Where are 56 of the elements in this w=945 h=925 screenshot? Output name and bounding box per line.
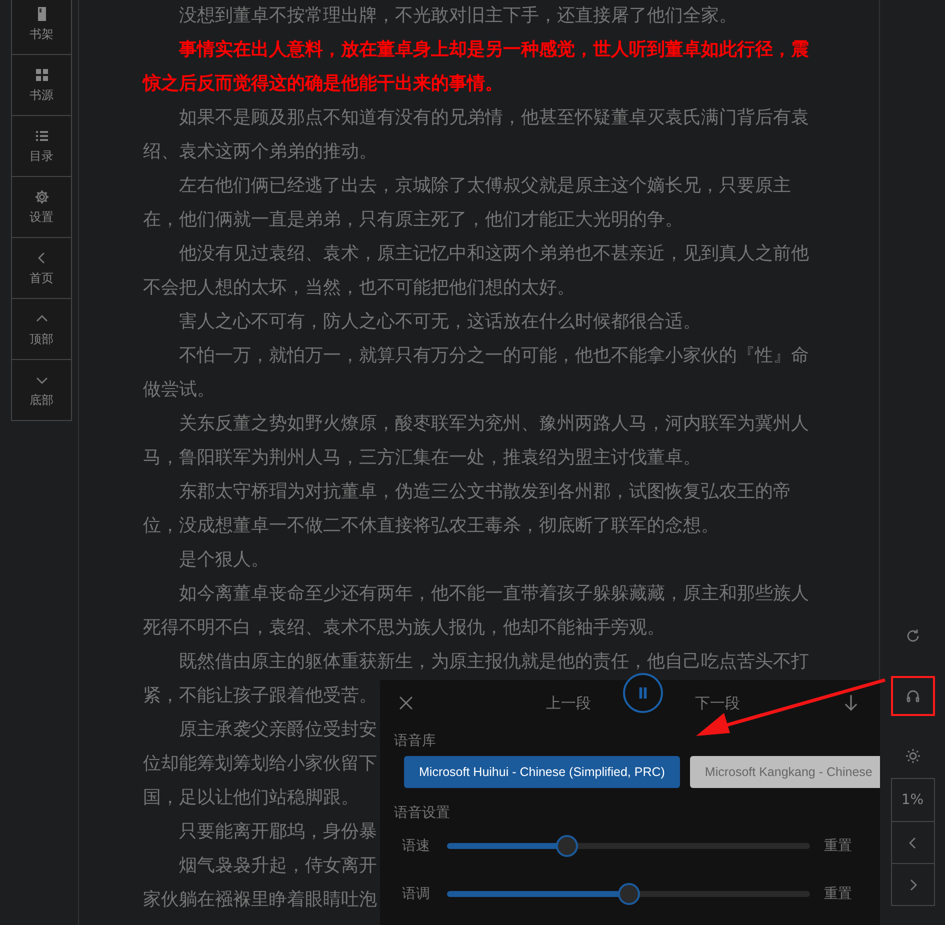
down-arrow-icon	[842, 694, 860, 712]
text-line: 国，足以让他们站稳脚跟。	[143, 786, 359, 810]
toolbar-button[interactable]	[890, 676, 934, 716]
sidebar-label: 顶部	[30, 330, 54, 348]
paragraph: 东郡太守桥瑁为对抗董卓，伪造三公文书散发到各州郡，试图恢复弘农王的帝位，没成想董卓一不做二不休直接将弘农王毒杀，彻底断了联军的念想。	[143, 480, 792, 538]
text-line: 既然借由原主的躯体重获新生，为原主报仇就是他的责任，他自己吃点苦头不打	[178, 650, 809, 674]
sidebar-label: 书源	[30, 86, 54, 104]
slider-label: 语速	[402, 837, 431, 855]
slider-thumb[interactable]	[556, 835, 578, 857]
text-line: 位却能筹划筹划给小家伙留下	[143, 752, 377, 776]
paragraph: 关东反董之势如野火燎原，酸枣联军为兖州、豫州两路人马，河内联军为冀州人马，鲁阳联军为荆州人马，三方汇集在一处，推袁绍为盟主讨伐董卓。	[143, 412, 810, 470]
download-button[interactable]	[842, 694, 860, 712]
voice-option[interactable]: Microsoft Kangkang - Chinese	[690, 756, 880, 788]
sidebar-label: 首页	[30, 270, 54, 286]
next-paragraph-button[interactable]: 下一段	[695, 694, 740, 712]
section-label: 语音设置	[394, 804, 451, 822]
paragraph: 是个狠人。	[178, 548, 270, 572]
paragraph: 害人之心不可有，防人之心不可无，这话放在什么时候都很合适。	[178, 310, 702, 334]
paragraph: 没想到董卓不按常理出牌，不光敢对旧主下手，还直接屠了他们全家。	[178, 4, 738, 28]
paragraph: 左右他们俩已经逃了出去，京城除了太傅叔父就是原主这个嫡长兄，只要原主在，他们俩就一直是弟弟，只有原主死了，他们才能正大光明的争。	[143, 174, 792, 232]
sidebar-item[interactable]: 书架	[12, 0, 71, 54]
sidebar-item[interactable]: 首页	[12, 237, 71, 298]
reset-button[interactable]: 重置	[824, 885, 852, 903]
sidebar-item[interactable]: 设置	[12, 176, 71, 237]
pause-button[interactable]	[623, 673, 663, 713]
close-icon	[398, 695, 414, 711]
sun-icon	[904, 748, 920, 764]
grid-icon	[34, 66, 50, 82]
reset-button[interactable]: 重置	[824, 837, 852, 855]
refresh-icon	[904, 628, 920, 644]
sidebar-label: 书架	[30, 26, 54, 42]
text-line: 紧，不能让孩子跟着他受苦。	[143, 684, 377, 708]
headphones-icon	[904, 688, 920, 704]
text-line: 家伙躺在襁褓里睁着眼睛吐泡	[143, 888, 377, 912]
slider-thumb[interactable]	[618, 883, 640, 905]
text-line: 只要能离开郿坞，身份暴	[178, 820, 377, 844]
sidebar-item[interactable]: 顶部	[12, 298, 71, 359]
paragraph: 如今离董卓丧命至少还有两年，他不能一直带着孩子躲躲藏藏，原主和那些族人死得不明不白，袁绍、袁术不思为族人报仇，他却不能袖手旁观。	[143, 582, 810, 640]
sidebar-label: 目录	[30, 148, 54, 164]
sidebar-item[interactable]: 底部	[12, 359, 71, 420]
paragraph: 他没有见过袁绍、袁术，原主记忆中和这两个弟弟也不甚亲近，见到真人之前他不会把人想的太坏，当然，也不可能把他们想的太好。	[143, 242, 810, 300]
text-line: 原主承袭父亲爵位受封安	[178, 718, 377, 742]
paragraph: 如果不是顾及那点不知道有没有的兄弟情，他甚至怀疑董卓灭袁氏满门背后有袁绍、袁术这两个弟弟的推动。	[143, 106, 810, 164]
progress-percent: 1%	[900, 791, 925, 810]
sidebar-label: 底部	[30, 392, 54, 408]
highlighted-paragraph: 事情实在出人意料，放在董卓身上却是另一种感觉，世人听到董卓如此行径，震惊之后反而觉得这的确是他能干出来的事情。	[143, 38, 810, 96]
voice-option[interactable]: Microsoft Huihui - Chinese (Simplified, PRC)	[404, 756, 680, 788]
sidebar-item[interactable]: 目录	[12, 115, 71, 176]
text-line: 烟气袅袅升起，侍女离开	[178, 854, 377, 878]
sidebar-item[interactable]: 书源	[12, 54, 71, 115]
sidebar-label: 设置	[30, 208, 54, 226]
slider-label: 语调	[402, 885, 431, 903]
section-label: 语音库	[394, 732, 437, 750]
gear-icon	[34, 188, 50, 204]
previous-paragraph-button[interactable]: 上一段	[546, 694, 591, 712]
paragraph: 不怕一万，就怕万一，就算只有万分之一的可能，他也不能拿小家伙的『性』命做尝试。	[143, 344, 810, 402]
